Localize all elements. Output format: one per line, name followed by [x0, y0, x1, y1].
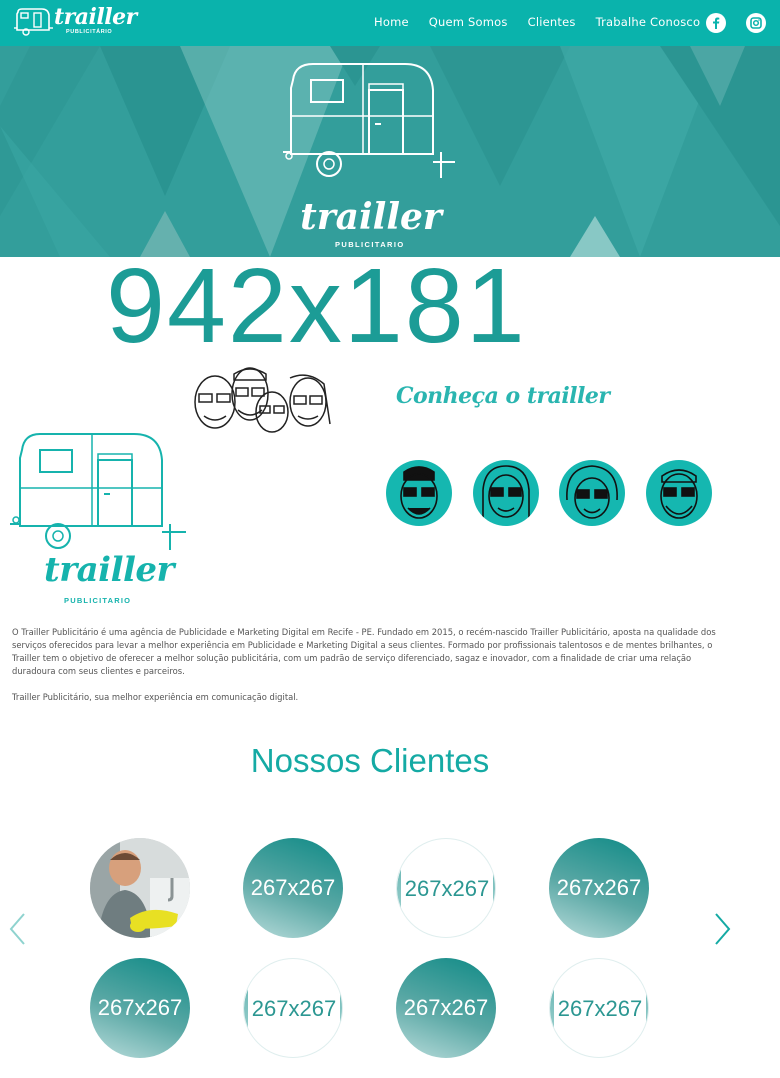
trailer-illustration	[10, 433, 186, 550]
person-sketch-icon	[482, 465, 530, 520]
about-logo-word: trailler	[44, 550, 174, 590]
team-sketch-image	[190, 364, 332, 434]
person-sketch-icon	[660, 469, 698, 519]
about-text: O Trailler Publicitário é uma agência de…	[12, 626, 732, 717]
client-placeholder-label: 267x267	[251, 996, 337, 1021]
client-logo-7[interactable]: 267x267	[396, 958, 496, 1058]
client-placeholder-label: 267x267	[556, 875, 642, 900]
brand-subtitle: PUBLICITÁRIO	[66, 29, 113, 35]
about-trailer-logo: trailler PUBLICITARIO	[10, 430, 190, 610]
person-sketch-icon	[400, 466, 438, 519]
nav-link-trabalhe-conosco[interactable]: Trabalhe Conosco	[596, 15, 701, 29]
brand-logo[interactable]: trailler PUBLICITÁRIO	[14, 4, 137, 40]
banner-image-placeholder: 942x181	[106, 247, 527, 365]
client-logo-1[interactable]	[90, 838, 190, 938]
about-paragraph-1: O Trailler Publicitário é uma agência de…	[12, 627, 716, 676]
client-photo	[90, 838, 190, 938]
clients-title: Nossos Clientes	[250, 742, 490, 779]
client-placeholder-label: 267x267	[404, 876, 490, 901]
navbar: trailler PUBLICITÁRIO Home Quem Somos Cl…	[0, 0, 780, 46]
client-logo-3[interactable]: 267x267	[396, 838, 496, 938]
nav-link-home[interactable]: Home	[374, 15, 409, 29]
facebook-icon[interactable]	[706, 13, 726, 33]
trailer-icon	[14, 8, 53, 36]
team-avatar-2[interactable]	[473, 460, 539, 526]
hero-banner: trailler PUBLICITARIO	[0, 46, 780, 257]
client-placeholder-label: 267x267	[557, 996, 643, 1021]
nav-menu: Home Quem Somos Clientes Trabalhe Conosc…	[374, 15, 720, 29]
client-logo-8[interactable]: 267x267	[549, 958, 649, 1058]
nav-link-quem-somos[interactable]: Quem Somos	[429, 15, 508, 29]
about-paragraph-2: Trailler Publicitário, sua melhor experi…	[12, 692, 299, 702]
hero-logo-word: trailler	[300, 196, 442, 238]
client-logo-6[interactable]: 267x267	[243, 958, 343, 1058]
client-placeholder-label: 267x267	[403, 995, 489, 1020]
carousel-prev-chevron-icon[interactable]	[8, 912, 28, 946]
about-logo-subtitle: PUBLICITARIO	[64, 596, 132, 605]
hero-trailer-logo: trailler PUBLICITARIO	[283, 60, 459, 249]
instagram-icon[interactable]	[746, 13, 766, 33]
trailer-illustration	[283, 63, 455, 178]
client-placeholder-label: 267x267	[250, 875, 336, 900]
client-placeholder-label: 267x267	[97, 995, 183, 1020]
team-avatar-3[interactable]	[559, 460, 625, 526]
client-logo-2[interactable]: 267x267	[243, 838, 343, 938]
carousel-next-chevron-icon[interactable]	[712, 912, 732, 946]
team-avatar-1[interactable]	[386, 460, 452, 526]
client-logo-4[interactable]: 267x267	[549, 838, 649, 938]
brand-name: trailler	[54, 4, 137, 30]
team-heading: Conheça o trailler	[396, 383, 610, 409]
nav-link-clientes[interactable]: Clientes	[528, 15, 576, 29]
client-logo-5[interactable]: 267x267	[90, 958, 190, 1058]
person-sketch-icon	[566, 465, 618, 519]
team-avatar-4[interactable]	[646, 460, 712, 526]
